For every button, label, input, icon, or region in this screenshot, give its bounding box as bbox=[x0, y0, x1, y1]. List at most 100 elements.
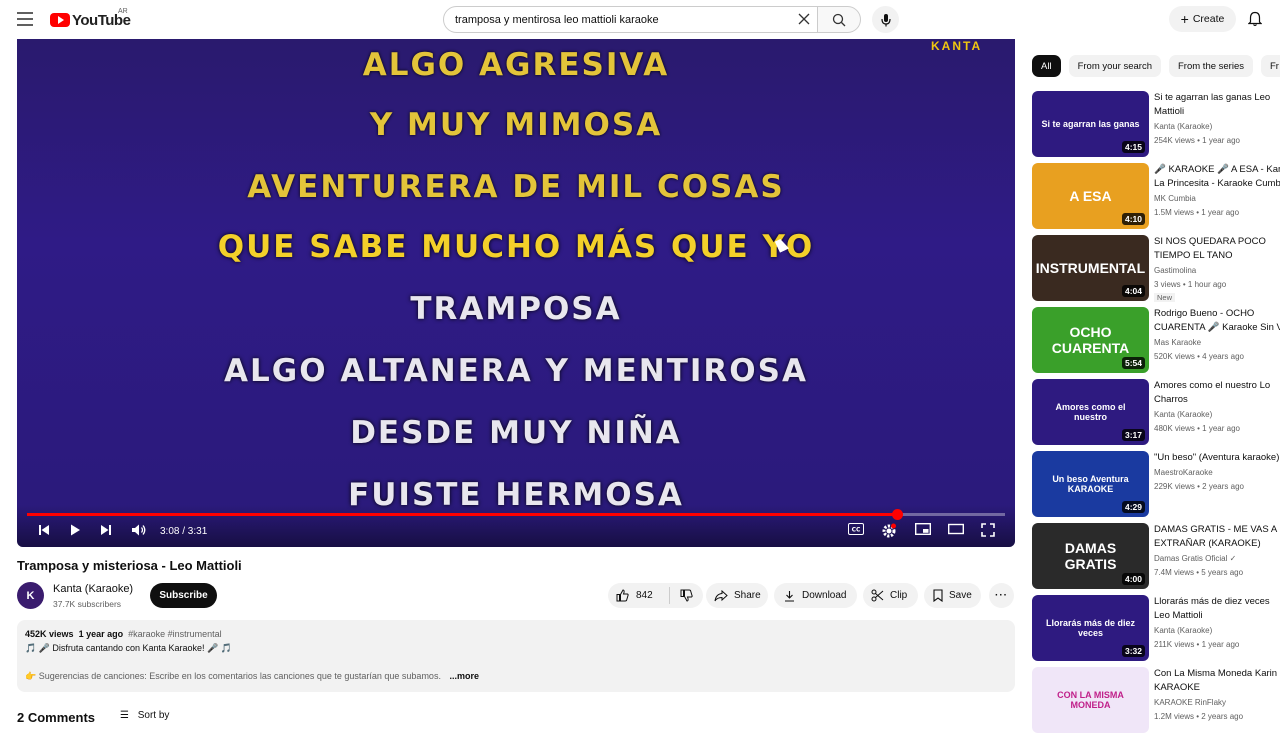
video-title[interactable]: Llorarás más de diez veces Leo Mattioli bbox=[1154, 595, 1280, 623]
title-line: CUARENTA 🎤 Karaoke Sin V bbox=[1154, 322, 1280, 333]
play-button[interactable] bbox=[68, 523, 82, 537]
video-thumbnail[interactable]: Amores como el nuestro 3:17 bbox=[1032, 379, 1149, 445]
volume-button[interactable] bbox=[131, 523, 147, 537]
thumbnail-text: OCHO CUARENTA bbox=[1051, 324, 1130, 356]
settings-button[interactable] bbox=[881, 523, 897, 539]
voice-search-button[interactable] bbox=[872, 6, 899, 33]
title-line: Charros bbox=[1154, 394, 1188, 405]
filter-chip[interactable]: Fr bbox=[1261, 55, 1280, 77]
video-thumbnail[interactable]: Un beso Aventura KARAOKE 4:29 bbox=[1032, 451, 1149, 517]
thumbnail-text: CON LA MISMA MONEDA bbox=[1057, 690, 1124, 710]
video-title[interactable]: SI NOS QUEDARA POCO TIEMPO EL TANO bbox=[1154, 235, 1280, 263]
recommended-video[interactable]: DAMAS GRATIS 4:00 DAMAS GRATIS - ME VAS A E… bbox=[1032, 523, 1280, 589]
video-thumbnail[interactable]: DAMAS GRATIS 4:00 bbox=[1032, 523, 1149, 589]
video-duration: 4:15 bbox=[1121, 141, 1145, 153]
menu-icon[interactable] bbox=[17, 12, 33, 26]
video-title[interactable]: Amores como el nuestro Lo Charros bbox=[1154, 379, 1280, 407]
create-button[interactable]: + Create bbox=[1169, 6, 1236, 32]
recommended-video[interactable]: Si te agarran las ganas 4:15 Si te agarran… bbox=[1032, 91, 1280, 157]
video-thumbnail[interactable]: Si te agarran las ganas 4:15 bbox=[1032, 91, 1149, 157]
thumbs-down-icon bbox=[680, 589, 693, 602]
close-icon[interactable] bbox=[797, 12, 811, 26]
thumbnail-text: Un beso Aventura KARAOKE bbox=[1052, 474, 1129, 494]
progress-scrubber[interactable] bbox=[892, 509, 904, 520]
video-thumbnail[interactable]: CON LA MISMA MONEDA bbox=[1032, 667, 1149, 733]
video-thumbnail[interactable]: INSTRUMENTAL 4:04 bbox=[1032, 235, 1149, 301]
video-channel[interactable]: MaestroKaraoke bbox=[1154, 468, 1213, 477]
clip-button[interactable]: Clip bbox=[863, 583, 918, 608]
gear-icon bbox=[882, 523, 896, 538]
video-title[interactable]: DAMAS GRATIS - ME VAS A EXTRAÑAR (KARAOKE… bbox=[1154, 523, 1280, 551]
more-actions-button[interactable]: ··· bbox=[989, 583, 1014, 608]
title-line: 🎤 KARAOKE 🎤 A ESA - Kar bbox=[1154, 164, 1280, 175]
save-label: Save bbox=[949, 590, 972, 601]
progress-bar[interactable] bbox=[27, 509, 1005, 520]
video-channel[interactable]: Damas Gratis Oficial ✓ bbox=[1154, 554, 1236, 563]
dislike-button[interactable] bbox=[670, 589, 703, 602]
video-player[interactable]: KANTA ALGO AGRESIVA Y MUY MIMOSA AVENTURER… bbox=[17, 39, 1015, 547]
download-label: Download bbox=[802, 590, 847, 601]
show-more-link[interactable]: ...more bbox=[449, 671, 479, 681]
sort-by-button[interactable]: ☰ Sort by bbox=[120, 710, 169, 721]
description-meta: 452K views 1 year ago #karaoke #instrume… bbox=[25, 629, 222, 639]
video-channel[interactable]: KARAOKE RinFlaky bbox=[1154, 698, 1226, 707]
search-button[interactable] bbox=[817, 6, 861, 33]
fullscreen-button[interactable] bbox=[981, 523, 995, 537]
next-button[interactable] bbox=[99, 523, 113, 537]
video-channel[interactable]: Mas Karaoke bbox=[1154, 338, 1201, 347]
filter-chip[interactable]: From your search bbox=[1068, 55, 1161, 77]
like-button[interactable]: 842 bbox=[608, 587, 670, 604]
title-line: Llorarás más de diez veces bbox=[1154, 596, 1270, 607]
video-title[interactable]: Rodrigo Bueno - OCHO CUARENTA 🎤 Karaoke S… bbox=[1154, 307, 1280, 335]
thumbnail-text: Si te agarran las ganas bbox=[1041, 119, 1140, 129]
recommended-video[interactable]: Amores como el nuestro 3:17 Amores como el… bbox=[1032, 379, 1280, 445]
theater-mode-button[interactable] bbox=[948, 523, 964, 535]
hashtags[interactable]: #karaoke #instrumental bbox=[128, 629, 222, 639]
recommended-video[interactable]: INSTRUMENTAL 4:04 SI NOS QUEDARA POCO TIEMP… bbox=[1032, 235, 1280, 302]
video-meta: 1.5M views • 1 year ago bbox=[1154, 208, 1240, 217]
notifications-bell-icon[interactable] bbox=[1248, 11, 1262, 27]
title-line: Mattioli bbox=[1154, 106, 1185, 117]
video-title[interactable]: "Un beso" (Aventura karaoke) bbox=[1154, 451, 1280, 465]
filter-chip[interactable]: All bbox=[1032, 55, 1061, 77]
channel-avatar[interactable]: K bbox=[17, 582, 44, 609]
download-button[interactable]: Download bbox=[774, 583, 857, 608]
previous-button[interactable] bbox=[37, 523, 51, 537]
recommended-video[interactable]: A ESA 4:10 🎤 KARAOKE 🎤 A ESA - Kar La Princ… bbox=[1032, 163, 1280, 229]
video-channel[interactable]: MK Cumbia bbox=[1154, 194, 1196, 203]
miniplayer-button[interactable] bbox=[915, 523, 931, 535]
thumbnail-text: Amores como el nuestro bbox=[1055, 402, 1126, 422]
video-title: Tramposa y misteriosa - Leo Mattioli bbox=[17, 558, 242, 573]
subscribe-button[interactable]: Subscribe bbox=[150, 583, 217, 608]
video-title[interactable]: Con La Misma Moneda Karin KARAOKE bbox=[1154, 667, 1280, 695]
video-title[interactable]: Si te agarran las ganas Leo Mattioli bbox=[1154, 91, 1280, 119]
filter-chip[interactable]: From the series bbox=[1169, 55, 1253, 77]
video-title[interactable]: 🎤 KARAOKE 🎤 A ESA - Kar La Princesita - K… bbox=[1154, 163, 1280, 191]
youtube-play-icon bbox=[50, 13, 70, 27]
channel-name[interactable]: Kanta (Karaoke) bbox=[53, 583, 133, 595]
title-line: Con La Misma Moneda Karin bbox=[1154, 668, 1278, 679]
video-meta: 254K views • 1 year ago bbox=[1154, 136, 1240, 145]
recommended-video[interactable]: Llorarás más de diez veces 3:32 Llorarás m… bbox=[1032, 595, 1280, 661]
share-button[interactable]: Share bbox=[706, 583, 768, 608]
miniplayer-icon bbox=[915, 523, 931, 535]
title-line: Si te agarran las ganas Leo bbox=[1154, 92, 1271, 103]
recommended-video[interactable]: CON LA MISMA MONEDA Con La Misma Moneda K… bbox=[1032, 667, 1280, 733]
recommended-video[interactable]: Un beso Aventura KARAOKE 4:29 "Un beso" (A… bbox=[1032, 451, 1280, 517]
video-duration: 5:54 bbox=[1121, 357, 1145, 369]
player-controls: 3:08 / 3:31 CC bbox=[17, 505, 1015, 547]
description-box[interactable]: 452K views 1 year ago #karaoke #instrume… bbox=[17, 620, 1015, 692]
skip-next-icon bbox=[101, 525, 111, 535]
youtube-logo[interactable]: YouTube AR bbox=[50, 8, 131, 30]
video-channel[interactable]: Kanta (Karaoke) bbox=[1154, 626, 1212, 635]
search-input[interactable]: tramposa y mentirosa leo mattioli karaok… bbox=[443, 6, 818, 33]
captions-button[interactable]: CC bbox=[848, 523, 864, 535]
video-channel[interactable]: Kanta (Karaoke) bbox=[1154, 410, 1212, 419]
video-thumbnail[interactable]: Llorarás más de diez veces 3:32 bbox=[1032, 595, 1149, 661]
video-channel[interactable]: Gastimolina bbox=[1154, 266, 1196, 275]
video-channel[interactable]: Kanta (Karaoke) bbox=[1154, 122, 1212, 131]
save-button[interactable]: Save bbox=[924, 583, 981, 608]
recommended-video[interactable]: OCHO CUARENTA 5:54 Rodrigo Bueno - OCHO CUA… bbox=[1032, 307, 1280, 373]
video-thumbnail[interactable]: OCHO CUARENTA 5:54 bbox=[1032, 307, 1149, 373]
video-thumbnail[interactable]: A ESA 4:10 bbox=[1032, 163, 1149, 229]
